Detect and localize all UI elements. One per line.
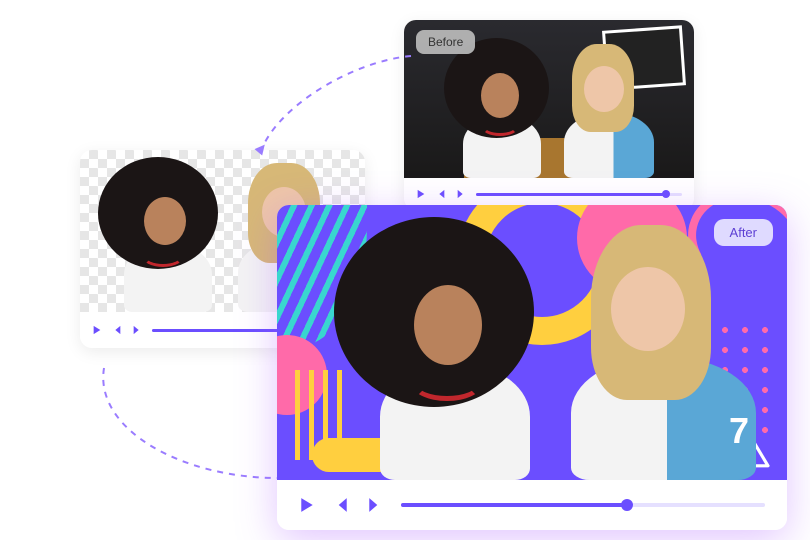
person-left	[98, 157, 233, 312]
person-right	[544, 38, 674, 178]
thumbnail-before: Before	[404, 20, 694, 178]
skip-back-icon[interactable]	[112, 325, 122, 335]
play-icon[interactable]	[92, 325, 102, 335]
skip-back-icon[interactable]	[436, 189, 446, 199]
before-badge: Before	[416, 30, 475, 54]
jersey-number: 7	[729, 410, 749, 452]
skip-back-icon[interactable]	[333, 497, 349, 513]
skip-forward-icon[interactable]	[456, 189, 466, 199]
thumbnail-after: 7 After	[277, 205, 787, 480]
timeline[interactable]	[401, 503, 765, 507]
skip-forward-icon[interactable]	[367, 497, 383, 513]
timeline[interactable]	[476, 193, 682, 196]
play-icon[interactable]	[299, 497, 315, 513]
person-left	[332, 215, 562, 480]
arrow-mid-to-after	[88, 360, 298, 495]
person-right: 7	[539, 215, 779, 480]
play-icon[interactable]	[416, 189, 426, 199]
video-card-before: Before	[404, 20, 694, 210]
skip-forward-icon[interactable]	[132, 325, 142, 335]
player-controls-after	[277, 480, 787, 530]
person-left	[439, 38, 559, 178]
after-badge: After	[714, 219, 773, 246]
video-card-after: 7 After	[277, 205, 787, 530]
arrow-before-to-mid	[246, 46, 426, 166]
